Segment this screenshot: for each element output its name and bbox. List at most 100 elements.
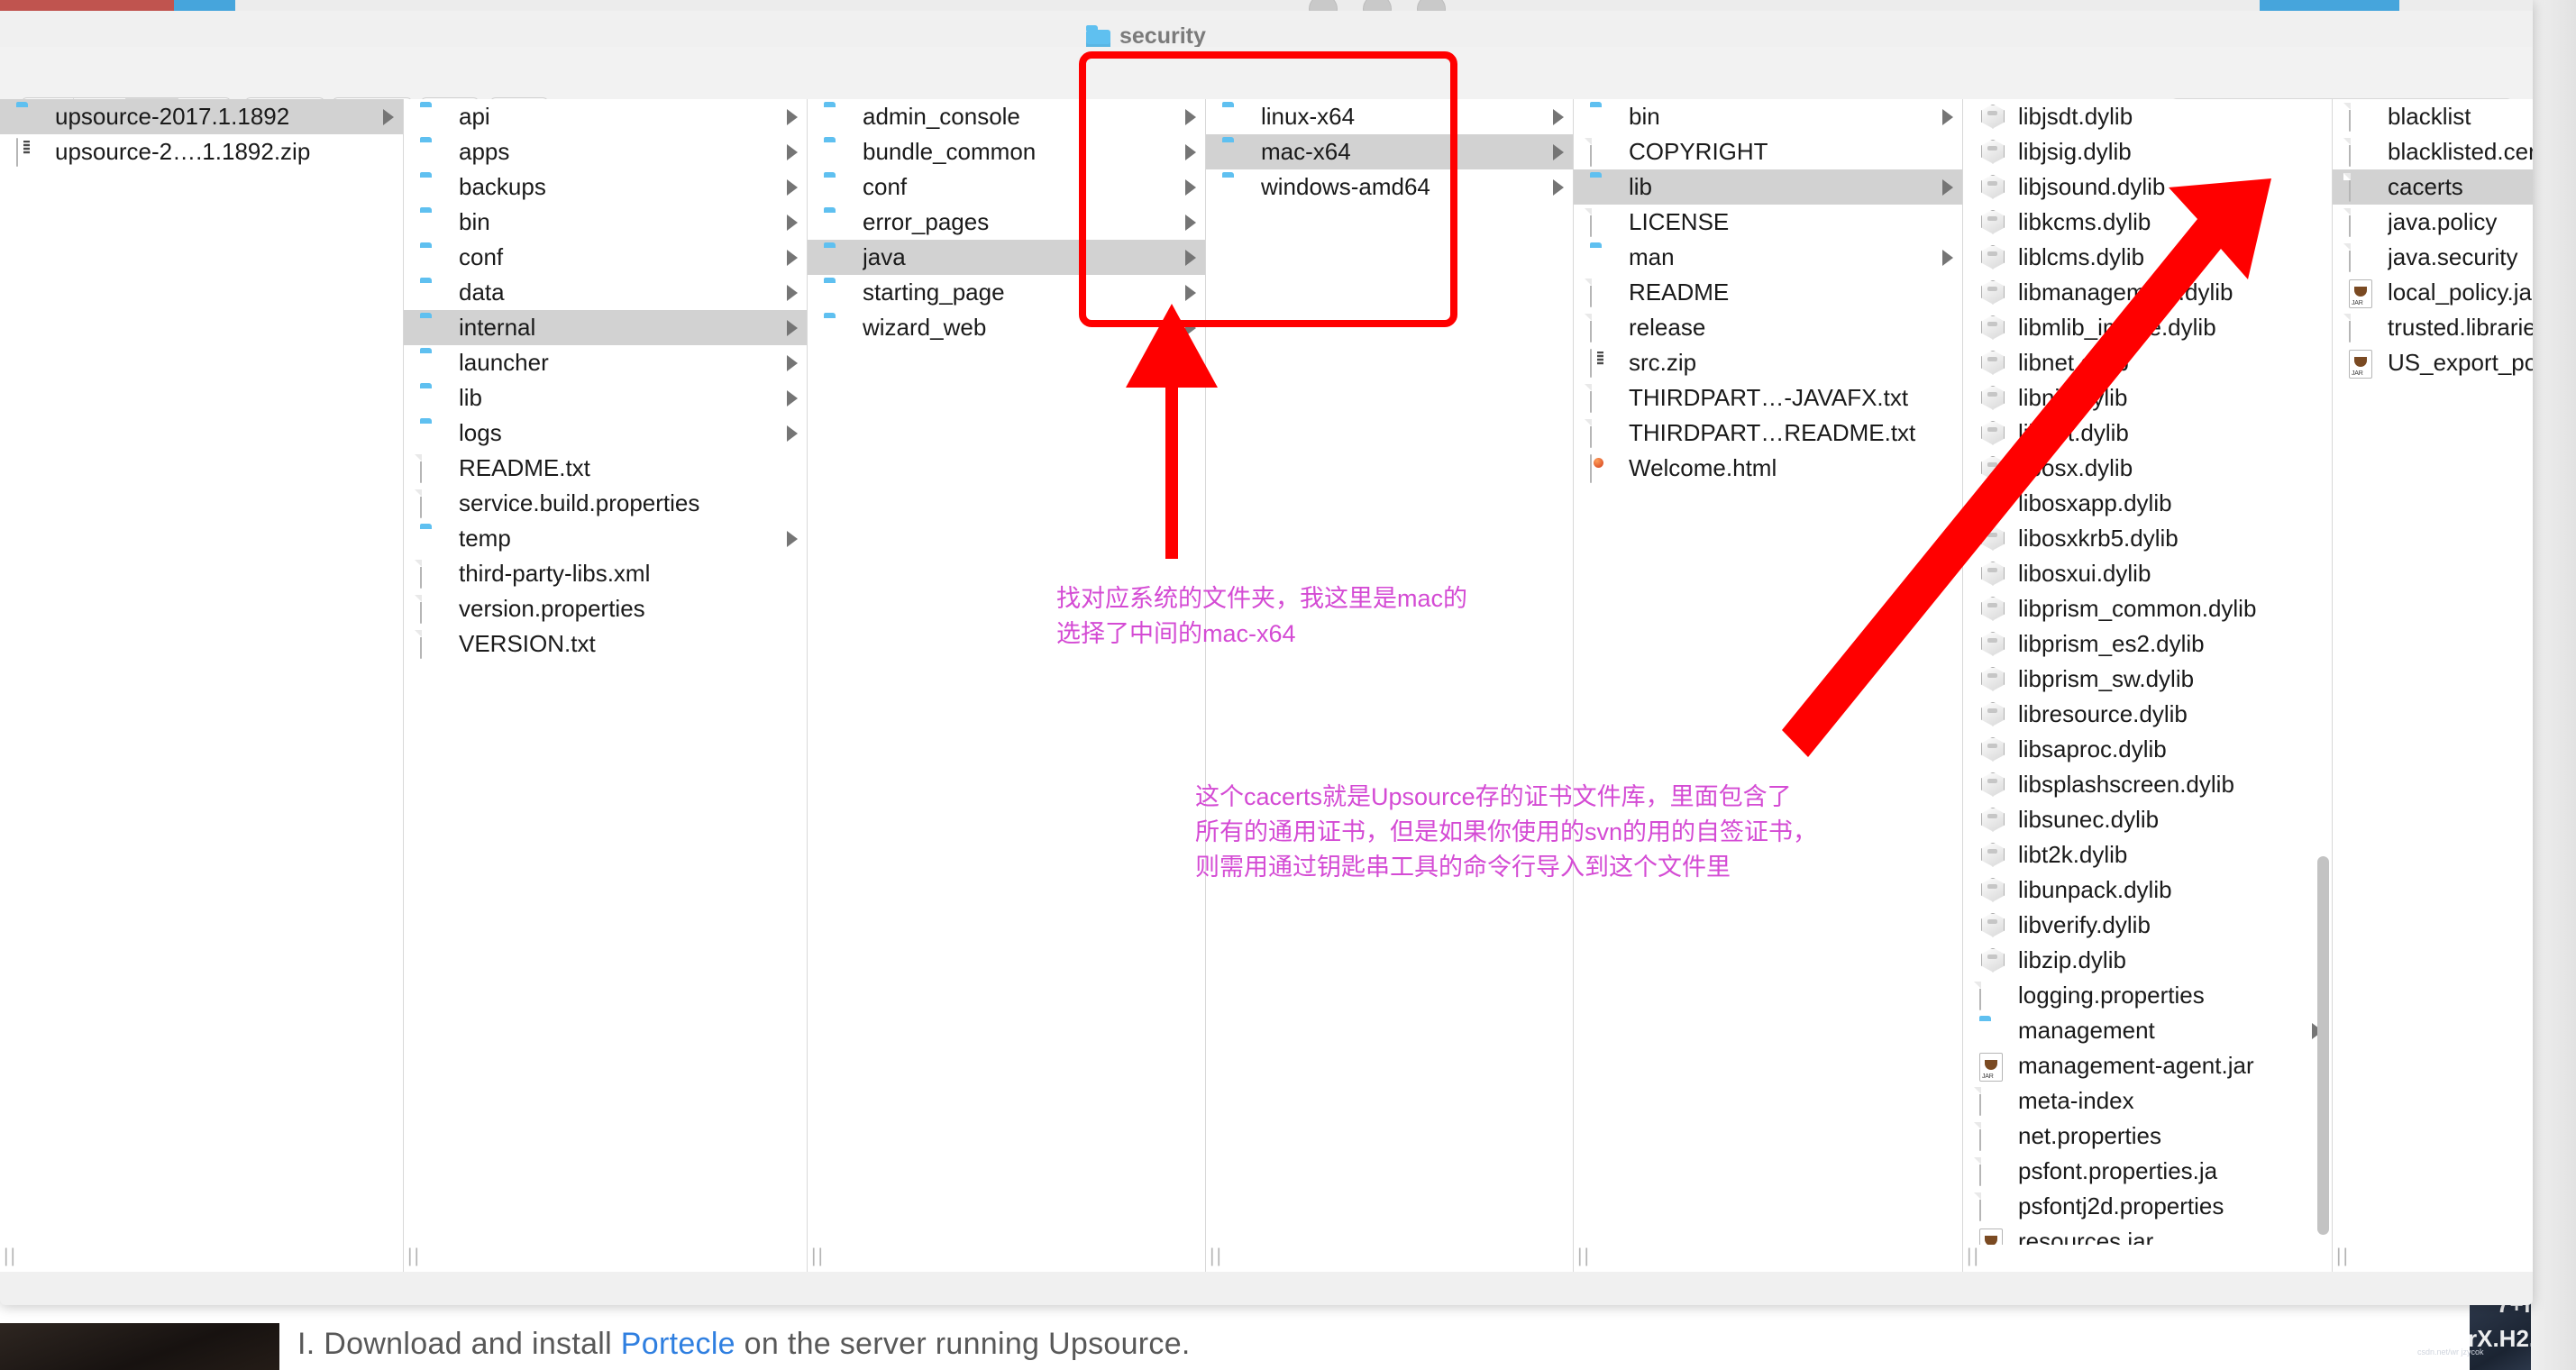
file-row[interactable]: meta-index (1963, 1083, 2332, 1119)
file-row[interactable]: libsaproc.dylib (1963, 732, 2332, 767)
file-row[interactable]: service.build.properties (404, 486, 807, 521)
vertical-scrollbar[interactable] (2317, 856, 2329, 1235)
file-row[interactable]: conf (808, 169, 1205, 205)
disclosure-arrow-icon[interactable] (787, 389, 798, 406)
file-row[interactable]: libsunec.dylib (1963, 802, 2332, 837)
column-resize-handle[interactable]: || (1967, 1247, 1979, 1266)
file-row[interactable]: windows-amd64 (1206, 169, 1573, 205)
file-row[interactable]: COPYRIGHT (1574, 134, 1962, 169)
file-row[interactable]: man (1574, 240, 1962, 275)
file-row[interactable]: US_export_policy.jar (2333, 345, 2533, 380)
file-row[interactable]: README (1574, 275, 1962, 310)
file-row[interactable]: libjsig.dylib (1963, 134, 2332, 169)
file-row[interactable]: libprism_es2.dylib (1963, 626, 2332, 662)
file-row[interactable]: starting_page (808, 275, 1205, 310)
file-row[interactable]: cacerts (2333, 169, 2533, 205)
file-row[interactable]: THIRDPART…-JAVAFX.txt (1574, 380, 1962, 416)
disclosure-arrow-icon[interactable] (1185, 249, 1196, 266)
file-row[interactable]: logs (404, 416, 807, 451)
column-resize-handle[interactable]: || (2336, 1247, 2349, 1266)
file-row[interactable]: trusted.libraries (2333, 310, 2533, 345)
disclosure-arrow-icon[interactable] (1553, 108, 1564, 125)
file-row[interactable]: libosxui.dylib (1963, 556, 2332, 591)
file-row[interactable]: blacklisted.certs (2333, 134, 2533, 169)
file-row[interactable]: libosx.dylib (1963, 451, 2332, 486)
disclosure-arrow-icon[interactable] (1942, 108, 1953, 125)
file-row[interactable]: bin (1574, 99, 1962, 134)
file-row[interactable]: version.properties (404, 591, 807, 626)
file-row[interactable]: libresource.dylib (1963, 697, 2332, 732)
file-row[interactable]: api (404, 99, 807, 134)
disclosure-arrow-icon[interactable] (1942, 178, 1953, 196)
file-row[interactable]: libprism_sw.dylib (1963, 662, 2332, 697)
file-row[interactable]: bundle_common (808, 134, 1205, 169)
file-row[interactable]: libzip.dylib (1963, 943, 2332, 978)
file-row[interactable]: lib (1574, 169, 1962, 205)
file-row[interactable]: bin (404, 205, 807, 240)
file-row[interactable]: linux-x64 (1206, 99, 1573, 134)
column-resize-handle[interactable]: || (1210, 1247, 1222, 1266)
disclosure-arrow-icon[interactable] (787, 249, 798, 266)
disclosure-arrow-icon[interactable] (787, 425, 798, 442)
disclosure-arrow-icon[interactable] (787, 354, 798, 371)
file-row[interactable]: LICENSE (1574, 205, 1962, 240)
file-row[interactable]: launcher (404, 345, 807, 380)
file-row[interactable]: java.policy (2333, 205, 2533, 240)
file-row[interactable]: psfontj2d.properties (1963, 1189, 2332, 1224)
file-row[interactable]: libnio.dylib (1963, 380, 2332, 416)
column-resize-handle[interactable]: || (407, 1247, 420, 1266)
file-row[interactable]: apps (404, 134, 807, 169)
file-row[interactable]: java.security (2333, 240, 2533, 275)
file-row[interactable]: libmanagement.dylib (1963, 275, 2332, 310)
column-resize-handle[interactable]: || (4, 1247, 16, 1266)
file-row[interactable]: net.properties (1963, 1119, 2332, 1154)
disclosure-arrow-icon[interactable] (787, 530, 798, 547)
file-row[interactable]: THIRDPART…README.txt (1574, 416, 1962, 451)
file-row[interactable]: libjsound.dylib (1963, 169, 2332, 205)
disclosure-arrow-icon[interactable] (787, 319, 798, 336)
file-row[interactable]: libjsdt.dylib (1963, 99, 2332, 134)
file-row[interactable]: blacklist (2333, 99, 2533, 134)
file-row[interactable]: admin_console (808, 99, 1205, 134)
portecle-link[interactable]: Portecle (621, 1327, 735, 1361)
file-row[interactable]: README.txt (404, 451, 807, 486)
file-row[interactable]: libosxapp.dylib (1963, 486, 2332, 521)
file-row[interactable]: mac-x64 (1206, 134, 1573, 169)
disclosure-arrow-icon[interactable] (787, 108, 798, 125)
disclosure-arrow-icon[interactable] (1185, 319, 1196, 336)
file-row[interactable]: src.zip (1574, 345, 1962, 380)
disclosure-arrow-icon[interactable] (1185, 214, 1196, 231)
file-row[interactable]: libsplashscreen.dylib (1963, 767, 2332, 802)
file-row[interactable]: libmlib_image.dylib (1963, 310, 2332, 345)
file-row[interactable]: libunpack.dylib (1963, 872, 2332, 908)
file-row[interactable]: third-party-libs.xml (404, 556, 807, 591)
disclosure-arrow-icon[interactable] (383, 108, 394, 125)
disclosure-arrow-icon[interactable] (787, 284, 798, 301)
file-row[interactable]: Welcome.html (1574, 451, 1962, 486)
file-row[interactable]: backups (404, 169, 807, 205)
file-row[interactable]: upsource-2….1.1892.zip (0, 134, 403, 169)
disclosure-arrow-icon[interactable] (787, 143, 798, 160)
disclosure-arrow-icon[interactable] (1185, 108, 1196, 125)
file-row[interactable]: management-agent.jar (1963, 1048, 2332, 1083)
disclosure-arrow-icon[interactable] (1942, 249, 1953, 266)
file-row[interactable]: libprism_common.dylib (1963, 591, 2332, 626)
file-row[interactable]: data (404, 275, 807, 310)
file-row[interactable]: lib (404, 380, 807, 416)
disclosure-arrow-icon[interactable] (1185, 284, 1196, 301)
file-row[interactable]: temp (404, 521, 807, 556)
disclosure-arrow-icon[interactable] (787, 214, 798, 231)
column-resize-handle[interactable]: || (1577, 1247, 1590, 1266)
file-row[interactable]: liblcms.dylib (1963, 240, 2332, 275)
file-row[interactable]: logging.properties (1963, 978, 2332, 1013)
file-row[interactable]: libnpt.dylib (1963, 416, 2332, 451)
file-row[interactable]: error_pages (808, 205, 1205, 240)
file-row[interactable]: libosxkrb5.dylib (1963, 521, 2332, 556)
file-row[interactable]: wizard_web (808, 310, 1205, 345)
file-row[interactable]: resources.jar (1963, 1224, 2332, 1245)
disclosure-arrow-icon[interactable] (1553, 143, 1564, 160)
file-row[interactable]: java (808, 240, 1205, 275)
file-row[interactable]: libt2k.dylib (1963, 837, 2332, 872)
file-row[interactable]: libkcms.dylib (1963, 205, 2332, 240)
file-row[interactable]: psfont.properties.ja (1963, 1154, 2332, 1189)
